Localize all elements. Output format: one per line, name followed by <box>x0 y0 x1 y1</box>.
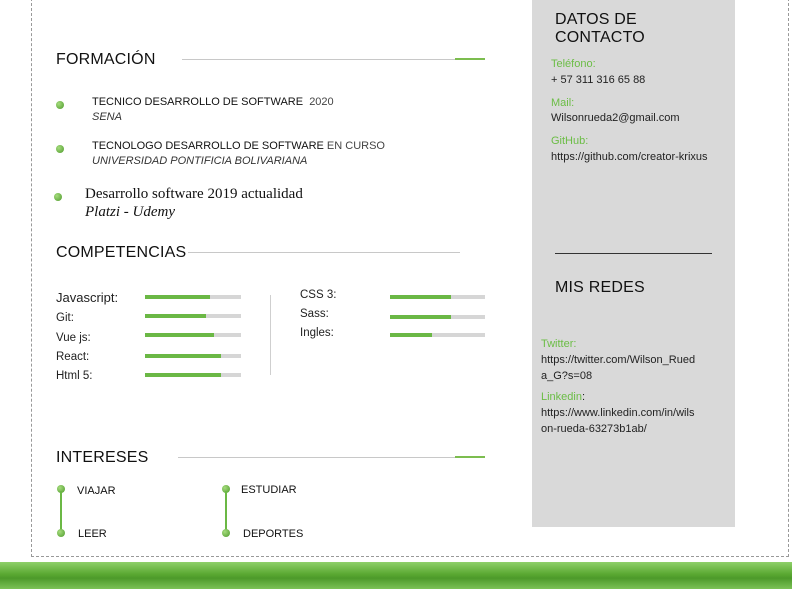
twitter-link-line2[interactable]: a_G?s=08 <box>541 370 592 382</box>
formacion-item-school: Platzi - Udemy <box>85 204 175 220</box>
skill-bar-fill <box>390 333 432 337</box>
skill-bar <box>145 314 241 318</box>
skill-bar-fill <box>145 333 215 337</box>
linkedin-link-line1[interactable]: https://www.linkedin.com/in/wils <box>541 407 694 419</box>
skill-label: React: <box>56 351 90 363</box>
redes-heading: MIS REDES <box>555 279 645 296</box>
skill-bar <box>390 333 485 337</box>
skill-label: Git: <box>56 312 74 324</box>
phone-label: Teléfono: <box>551 58 596 70</box>
intereses-divider <box>178 457 485 458</box>
skill-bar-fill <box>145 354 221 358</box>
intereses-heading: INTERESES <box>56 449 149 466</box>
skill-bar <box>145 333 241 337</box>
phone-value: + 57 311 316 65 88 <box>551 74 646 86</box>
contacto-heading-line2: CONTACTO <box>555 29 645 46</box>
formacion-item-school: UNIVERSIDAD PONTIFICIA BOLIVARIANA <box>92 155 308 167</box>
bullet-icon <box>57 529 65 537</box>
interest-item: DEPORTES <box>243 528 304 540</box>
skill-bar <box>390 315 485 319</box>
skill-bar-fill <box>390 295 451 299</box>
skill-bar <box>390 295 485 299</box>
interest-item: ESTUDIAR <box>241 484 297 496</box>
skill-bar <box>145 295 241 299</box>
intereses-divider-accent <box>455 456 485 458</box>
skill-label: Javascript: <box>56 290 119 305</box>
linkedin-link-line2[interactable]: on-rueda-63273b1ab/ <box>541 423 647 435</box>
mail-link[interactable]: Wilsonrueda2@gmail.com <box>551 112 680 124</box>
linkedin-label: Linkedin: <box>541 391 586 403</box>
sidebar-divider <box>555 253 712 254</box>
formacion-item-title: TECNICO DESARROLLO DE SOFTWARE 2020 <box>92 96 334 108</box>
github-link[interactable]: https://github.com/creator-krixus <box>551 151 708 163</box>
skill-bar-fill <box>390 315 451 319</box>
twitter-label: Twitter: <box>541 338 577 350</box>
twitter-link-line1[interactable]: https://twitter.com/Wilson_Rued <box>541 354 695 366</box>
bullet-icon <box>222 529 230 537</box>
formacion-divider-accent <box>455 58 485 60</box>
interest-connector <box>225 491 227 533</box>
interest-item: VIAJAR <box>77 485 116 497</box>
formacion-heading: FORMACIÓN <box>56 51 156 68</box>
skill-bar <box>145 354 241 358</box>
skill-bar <box>145 373 241 377</box>
bullet-icon <box>56 101 64 109</box>
skill-label: Html 5: <box>56 370 93 382</box>
contacto-heading-line1: DATOS DE <box>555 11 637 28</box>
footer-green-band <box>0 562 792 589</box>
skill-label: Vue js: <box>56 332 91 344</box>
skill-bar-fill <box>145 295 211 299</box>
competencias-heading: COMPETENCIAS <box>56 244 187 261</box>
mail-label: Mail: <box>551 97 575 109</box>
github-label: GitHub: <box>551 135 589 147</box>
formacion-item-title: Desarrollo software 2019 actualidad <box>85 186 303 202</box>
formacion-item-school: SENA <box>92 111 122 123</box>
bullet-icon <box>56 145 64 153</box>
skill-label: Sass: <box>300 308 329 320</box>
formacion-item-title: TECNOLOGO DESARROLLO DE SOFTWARE EN CURS… <box>92 140 385 152</box>
skills-column-divider <box>270 295 271 375</box>
bullet-icon <box>54 193 62 201</box>
interest-item: LEER <box>78 528 107 540</box>
competencias-divider <box>188 252 460 253</box>
skill-bar-fill <box>145 314 207 318</box>
interest-connector <box>60 491 62 533</box>
skill-label: CSS 3: <box>300 289 337 301</box>
skill-label: Ingles: <box>300 327 334 339</box>
skill-bar-fill <box>145 373 221 377</box>
formacion-divider <box>182 59 485 60</box>
